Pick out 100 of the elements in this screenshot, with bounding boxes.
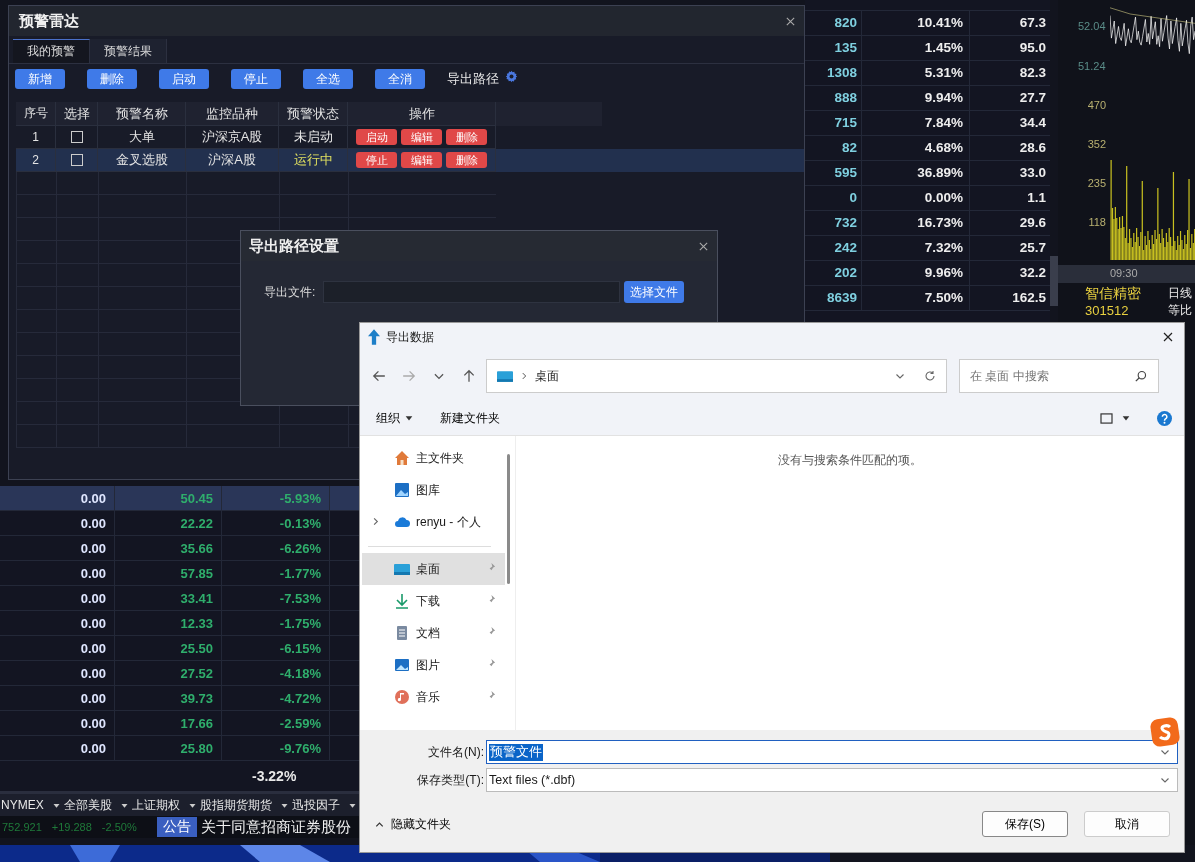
breadcrumb[interactable]: 桌面 bbox=[535, 367, 559, 385]
toolbar-button[interactable]: 新增 bbox=[15, 69, 65, 89]
nav-item[interactable]: 桌面 bbox=[362, 553, 505, 585]
scrollbar[interactable] bbox=[507, 454, 510, 584]
nav-item[interactable]: 下载 bbox=[362, 585, 505, 617]
nav-item[interactable]: 文档 bbox=[362, 617, 505, 649]
action-button[interactable]: 编辑 bbox=[401, 129, 442, 145]
chart-option[interactable]: 日线 bbox=[1168, 285, 1192, 302]
checkbox[interactable] bbox=[70, 154, 83, 166]
chevron-right-icon[interactable] bbox=[519, 371, 529, 381]
table-cell: 1.45% bbox=[862, 36, 970, 60]
table-cell: 22.22 bbox=[115, 511, 222, 535]
close-icon[interactable] bbox=[698, 240, 709, 252]
caret-icon[interactable] bbox=[404, 413, 414, 423]
nav-item[interactable]: 主文件夹 bbox=[362, 442, 505, 474]
table-cell: 0.00 bbox=[0, 486, 115, 510]
toolbar-button[interactable]: 停止 bbox=[231, 69, 281, 89]
market-tab[interactable]: NYMEX bbox=[1, 798, 44, 812]
search-icon bbox=[1135, 370, 1147, 382]
close-icon[interactable] bbox=[1162, 331, 1174, 343]
file-type-dropdown[interactable]: Text files (*.dbf) bbox=[486, 768, 1178, 792]
save-button[interactable]: 保存(S) bbox=[982, 811, 1068, 837]
window-title: 预警雷达 bbox=[19, 11, 79, 31]
market-tab[interactable]: 上证期权 bbox=[131, 796, 180, 814]
table-cell: 9.94% bbox=[862, 86, 970, 110]
cancel-button[interactable]: 取消 bbox=[1084, 811, 1170, 837]
table-cell: 7.84% bbox=[862, 111, 970, 135]
view-icon[interactable] bbox=[1100, 412, 1113, 424]
action-button[interactable]: 删除 bbox=[446, 129, 487, 145]
toolbar-button[interactable]: 全选 bbox=[303, 69, 353, 89]
column-header: 序号 bbox=[16, 102, 56, 126]
nav-item[interactable]: 图库 bbox=[362, 474, 505, 506]
table-cell: 25.50 bbox=[115, 636, 222, 660]
refresh-icon[interactable] bbox=[924, 370, 936, 382]
total-change: -3.22% bbox=[252, 768, 297, 784]
organize-menu[interactable]: 组织 bbox=[370, 405, 420, 431]
alert-row[interactable]: 2 金叉选股 沪深A股 运行中 停止 编辑 删除 bbox=[16, 149, 804, 172]
action-button[interactable]: 删除 bbox=[446, 152, 487, 168]
table-cell: 36.89% bbox=[862, 161, 970, 185]
choose-file-button[interactable]: 选择文件 bbox=[624, 281, 685, 303]
table-cell-text: 32.2 bbox=[1018, 264, 1047, 282]
checkbox[interactable] bbox=[70, 131, 83, 143]
address-bar[interactable]: 桌面 bbox=[486, 359, 947, 393]
status-text: 运行中 bbox=[279, 149, 348, 172]
market-tab[interactable]: 全部美股 bbox=[63, 796, 112, 814]
axis-label: 352 bbox=[1086, 138, 1106, 150]
table-cell-text: 67.3 bbox=[1018, 14, 1047, 32]
settings-icon[interactable] bbox=[505, 69, 518, 83]
action-button[interactable]: 停止 bbox=[356, 152, 397, 168]
toolbar-button[interactable]: 删除 bbox=[87, 69, 137, 89]
field-label: 保存类型(T): bbox=[416, 771, 485, 789]
up-icon[interactable] bbox=[462, 369, 476, 383]
table-cell: 0.00% bbox=[862, 186, 970, 210]
dialog-title: 导出路径设置 bbox=[249, 236, 339, 256]
document-icon bbox=[394, 625, 410, 641]
nav-item[interactable]: 图片 bbox=[362, 649, 505, 681]
input-method-icon[interactable] bbox=[1150, 717, 1180, 747]
table-cell: 10.41% bbox=[862, 11, 970, 35]
table-cell: 16.73% bbox=[862, 211, 970, 235]
chart-option[interactable]: 等比 bbox=[1168, 302, 1192, 319]
help-icon[interactable] bbox=[1157, 410, 1172, 426]
market-tab[interactable]: 股指期货期货 bbox=[199, 796, 272, 814]
nav-item[interactable]: 音乐 bbox=[362, 681, 505, 713]
back-icon[interactable] bbox=[372, 369, 386, 383]
tab[interactable]: 我的预警 bbox=[13, 39, 90, 63]
hide-folders-toggle[interactable]: 隐藏文件夹 bbox=[368, 814, 457, 834]
new-folder-button[interactable]: 新建文件夹 bbox=[434, 405, 506, 431]
table-cell-text: 1.1 bbox=[1026, 189, 1047, 207]
notice-text[interactable]: 关于同意招商证券股份 bbox=[200, 817, 351, 837]
empty-message: 没有与搜索条件匹配的项。 bbox=[778, 452, 922, 468]
field-label: 文件名(N): bbox=[427, 743, 485, 761]
stock-code: 301512 bbox=[1085, 303, 1129, 318]
column-header: 操作 bbox=[348, 102, 496, 126]
table-cell: 17.66 bbox=[115, 711, 222, 735]
field-label: 导出文件: bbox=[264, 283, 316, 301]
axis-label: 09:30 bbox=[1110, 267, 1138, 279]
filename-field[interactable]: 预警文件 bbox=[486, 740, 1178, 764]
action-button[interactable]: 编辑 bbox=[401, 152, 442, 168]
table-cell: -5.93% bbox=[222, 486, 330, 510]
search-field[interactable]: 在 桌面 中搜索 bbox=[959, 359, 1159, 393]
music-icon bbox=[394, 689, 410, 705]
scrollbar[interactable] bbox=[1050, 256, 1058, 306]
toolbar-button[interactable]: 全消 bbox=[375, 69, 425, 89]
table-cell: -7.53% bbox=[222, 586, 330, 610]
action-button[interactable]: 启动 bbox=[356, 129, 397, 145]
table-cell: 9.96% bbox=[862, 261, 970, 285]
tab[interactable]: 预警结果 bbox=[90, 39, 167, 63]
close-icon[interactable] bbox=[785, 15, 796, 27]
column-header: 预警状态 bbox=[279, 102, 348, 126]
nav-item[interactable]: renyu - 个人 bbox=[362, 506, 505, 538]
home-icon bbox=[394, 450, 410, 466]
table-cell: -1.75% bbox=[222, 611, 330, 635]
table-cell: 12.33 bbox=[115, 611, 222, 635]
table-cell: 沪深A股 bbox=[186, 149, 279, 172]
table-cell: 4.68% bbox=[862, 136, 970, 160]
caret-icon[interactable] bbox=[1121, 413, 1131, 423]
table-cell: 5.31% bbox=[862, 61, 970, 85]
toolbar-button[interactable]: 启动 bbox=[159, 69, 209, 89]
market-tab[interactable]: 迅投因子 bbox=[291, 796, 340, 814]
desktop-icon bbox=[497, 370, 513, 382]
